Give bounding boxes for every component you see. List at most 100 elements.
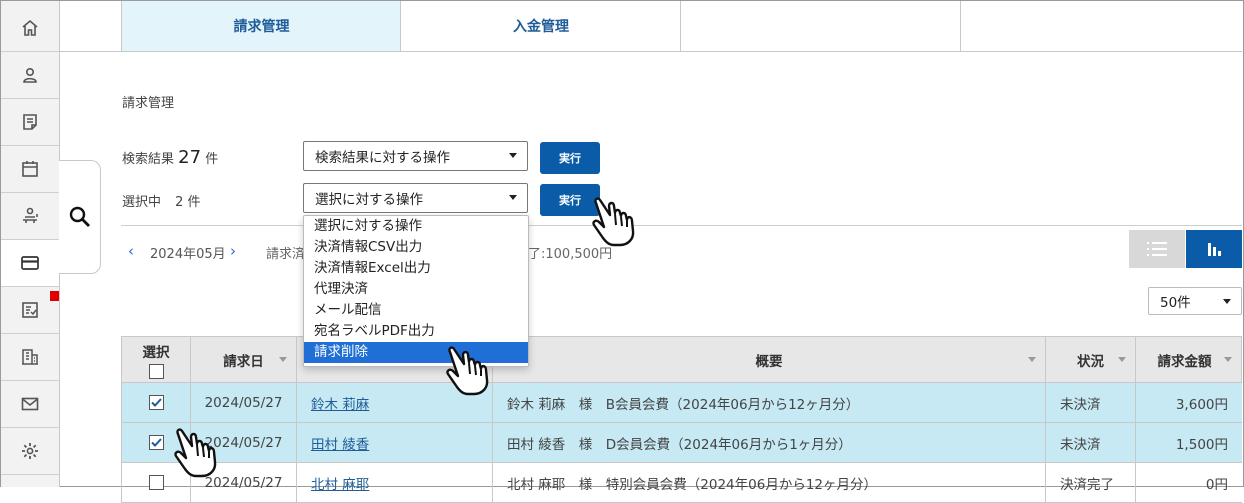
dropdown-option[interactable]: メール配信: [304, 300, 528, 321]
header-status[interactable]: 状況: [1046, 336, 1136, 383]
select-all-checkbox[interactable]: [148, 363, 164, 379]
row-name-link[interactable]: 田村 綾香: [311, 433, 369, 453]
nav-card[interactable]: [1, 240, 59, 287]
header-select-label: 選択: [142, 344, 170, 361]
calendar-icon: [22, 161, 38, 177]
list-icon: [1147, 242, 1167, 256]
results-summary: 検索結果 27 件: [122, 147, 218, 168]
row-name-cell: 田村 綾香: [297, 423, 493, 462]
row-checkbox[interactable]: [148, 435, 164, 450]
row-status: 決済完了: [1046, 463, 1136, 502]
row-date: 2024/05/27: [191, 383, 297, 422]
row-select-cell: [121, 383, 191, 422]
prev-month-icon[interactable]: ‹: [128, 242, 134, 260]
selection-action-value: 選択に対する操作: [315, 192, 423, 208]
row-checkbox[interactable]: [148, 395, 164, 410]
nav-mail[interactable]: [1, 381, 59, 428]
dropdown-option[interactable]: 決済情報Excel出力: [304, 258, 528, 279]
selection-action-select[interactable]: 選択に対する操作: [303, 183, 528, 213]
dropdown-option[interactable]: 選択に対する操作: [304, 216, 528, 237]
row-status: 未決済: [1046, 383, 1136, 422]
header-amount[interactable]: 請求金額: [1136, 336, 1242, 383]
selected-count: 2 件: [175, 195, 201, 210]
row-amount: 0円: [1205, 476, 1228, 493]
building-icon: [22, 349, 38, 365]
chevron-down-icon: [509, 195, 517, 200]
chevron-down-icon: [1223, 299, 1231, 304]
chevron-down-icon: [509, 153, 517, 158]
results-run-button[interactable]: 実行: [540, 142, 600, 174]
row-name-cell: 北村 麻耶: [297, 463, 493, 502]
left-nav: [1, 1, 60, 487]
per-page-select[interactable]: 50件: [1148, 287, 1242, 315]
table-row[interactable]: 2024/05/27 北村 麻耶 北村 麻耶 様 特別会員会費（2024年06月から…: [121, 463, 1242, 503]
pointer-hand-icon: [446, 346, 489, 396]
selected-summary: 選択中 2 件: [122, 191, 201, 210]
per-page-value: 50件: [1160, 295, 1191, 311]
checkmark-icon: [150, 398, 162, 407]
sort-icon: [1028, 357, 1036, 362]
checkmark-icon: [150, 438, 162, 447]
tab-empty-2[interactable]: [960, 1, 1243, 51]
nav-person[interactable]: [1, 52, 59, 99]
gear-icon: [22, 443, 38, 459]
summary-left: 請求済: [266, 247, 306, 262]
dropdown-option[interactable]: 代理決済: [304, 279, 528, 300]
selection-action-dropdown: 選択に対する操作 決済情報CSV出力 決済情報Excel出力 代理決済 メール配信 宛名ラ…: [303, 215, 529, 367]
results-label: 検索結果: [122, 152, 175, 167]
row-checkbox[interactable]: [148, 475, 164, 490]
mail-icon: [21, 397, 39, 411]
nav-home[interactable]: [1, 5, 59, 52]
header-date[interactable]: 請求日: [191, 336, 297, 383]
list-view-button[interactable]: [1129, 230, 1185, 268]
results-count: 27: [178, 147, 202, 168]
home-icon: [22, 19, 38, 36]
results-unit: 件: [205, 152, 219, 167]
dropdown-option[interactable]: 宛名ラベルPDF出力: [304, 321, 528, 342]
page-title: 請求管理: [122, 96, 175, 111]
header-summary[interactable]: 概要: [493, 336, 1046, 383]
header-date-label: 請求日: [223, 353, 264, 370]
person-icon: [23, 67, 37, 83]
tab-billing[interactable]: 請求管理: [121, 1, 401, 51]
nav-memo[interactable]: [1, 99, 59, 146]
reception-icon: [23, 207, 38, 223]
row-summary: 鈴木 莉麻 様 B会員会費（2024年06月から12ヶ月分）: [493, 383, 1046, 422]
sort-icon: [1118, 357, 1126, 362]
row-summary: 田村 綾香 様 D会員会費（2024年06月から1ヶ月分）: [493, 423, 1046, 462]
tab-payment[interactable]: 入金管理: [400, 1, 681, 51]
row-name-link[interactable]: 鈴木 莉麻: [311, 393, 369, 413]
notification-marker: [50, 291, 59, 301]
results-action-value: 検索結果に対する操作: [315, 150, 450, 166]
tab-empty-1[interactable]: [680, 1, 961, 51]
nav-settings[interactable]: [1, 428, 59, 475]
row-status: 未決済: [1046, 423, 1136, 462]
row-name-link[interactable]: 北村 麻耶: [311, 473, 369, 493]
dropdown-option[interactable]: 決済情報CSV出力: [304, 237, 528, 258]
nav-reception[interactable]: [1, 193, 59, 240]
nav-building[interactable]: [1, 334, 59, 381]
search-panel-toggle[interactable]: [59, 160, 101, 274]
pointer-hand-icon: [174, 428, 217, 478]
header-select: 選択: [121, 336, 191, 383]
bar-chart-icon: [1208, 243, 1221, 256]
tab-bar: 請求管理 入金管理: [59, 1, 1242, 52]
search-icon: [69, 206, 90, 227]
sort-icon: [1224, 357, 1232, 362]
results-action-select[interactable]: 検索結果に対する操作: [303, 141, 528, 171]
next-month-icon[interactable]: ›: [230, 242, 236, 260]
header-status-label: 状況: [1077, 353, 1104, 370]
divider: [121, 225, 1242, 226]
nav-calendar[interactable]: [1, 146, 59, 193]
card-icon: [21, 256, 39, 270]
header-amount-label: 請求金額: [1157, 353, 1212, 370]
table-row[interactable]: 2024/05/27 鈴木 莉麻 鈴木 莉麻 様 B会員会費（2024年06月から1…: [121, 383, 1242, 423]
selected-label: 選択中: [122, 195, 162, 210]
row-summary: 北村 麻耶 様 特別会員会費（2024年06月から12ヶ月分）: [493, 463, 1046, 502]
sort-icon: [279, 357, 287, 362]
pointer-hand-icon: [592, 197, 635, 247]
header-summary-label: 概要: [755, 353, 783, 370]
chart-view-button[interactable]: [1186, 230, 1242, 268]
table-row[interactable]: 2024/05/27 田村 綾香 田村 綾香 様 D会員会費（2024年06月から1…: [121, 423, 1242, 463]
month-label: 2024年05月: [150, 247, 226, 262]
